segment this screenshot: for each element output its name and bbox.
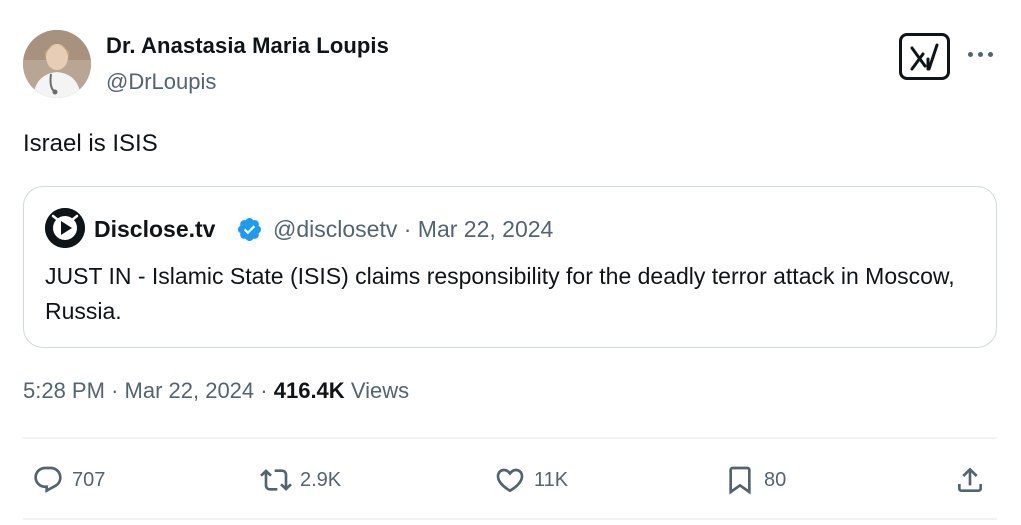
divider [23,518,997,520]
repost-button[interactable]: 2.9K [260,462,341,498]
grok-icon [910,43,938,70]
grok-button[interactable] [899,33,950,80]
reply-icon [34,466,62,493]
tweet-metadata: 5:28 PM · Mar 22, 2024 · 416.4K Views [23,378,409,404]
meta-separator: · [260,378,268,403]
views-count: 416.4K [273,378,345,403]
like-button[interactable]: 11K [494,462,568,498]
author-handle[interactable]: @DrLoupis [106,69,216,95]
more-options-button[interactable] [962,44,998,64]
like-count: 11K [534,468,569,491]
bookmark-button[interactable]: 80 [724,462,786,498]
avatar-photo [23,30,91,98]
disclose-logo-icon [45,208,85,248]
quoted-tweet[interactable]: Disclose.tv @disclosetv · Mar 22, 2024 J… [23,186,997,348]
share-icon [958,467,982,492]
bookmark-count: 80 [764,468,787,491]
views-label: Views [350,378,410,403]
author-name[interactable]: Dr. Anastasia Maria Loupis [106,33,389,59]
author-avatar[interactable] [23,30,91,98]
more-dots-icon [987,51,993,57]
repost-count: 2.9K [300,468,342,491]
meta-separator: · [403,216,412,242]
share-button[interactable] [954,462,986,498]
verified-badge-icon [237,217,262,242]
more-dots-icon [977,51,983,57]
quoted-author-avatar [45,208,85,248]
tweet-card: Dr. Anastasia Maria Loupis @DrLoupis Isr… [0,0,1021,525]
tweet-time[interactable]: 5:28 PM [23,378,105,403]
quoted-tweet-date: Mar 22, 2024 [417,216,554,242]
more-dots-icon [967,51,973,57]
bookmark-icon [729,466,751,495]
heart-icon [496,468,524,493]
reply-count: 707 [72,468,106,491]
quoted-author-handle: @disclosetv [273,216,398,242]
repost-icon [260,469,292,491]
tweet-text: Israel is ISIS [23,130,158,157]
quoted-tweet-text: JUST IN - Islamic State (ISIS) claims re… [45,263,955,324]
quoted-author-name: Disclose.tv [94,216,216,242]
meta-separator: · [111,378,119,403]
reply-button[interactable]: 707 [32,462,105,498]
quoted-tweet-meta: @disclosetv · Mar 22, 2024 [273,216,553,243]
divider [23,437,997,439]
tweet-date[interactable]: Mar 22, 2024 [125,378,255,403]
